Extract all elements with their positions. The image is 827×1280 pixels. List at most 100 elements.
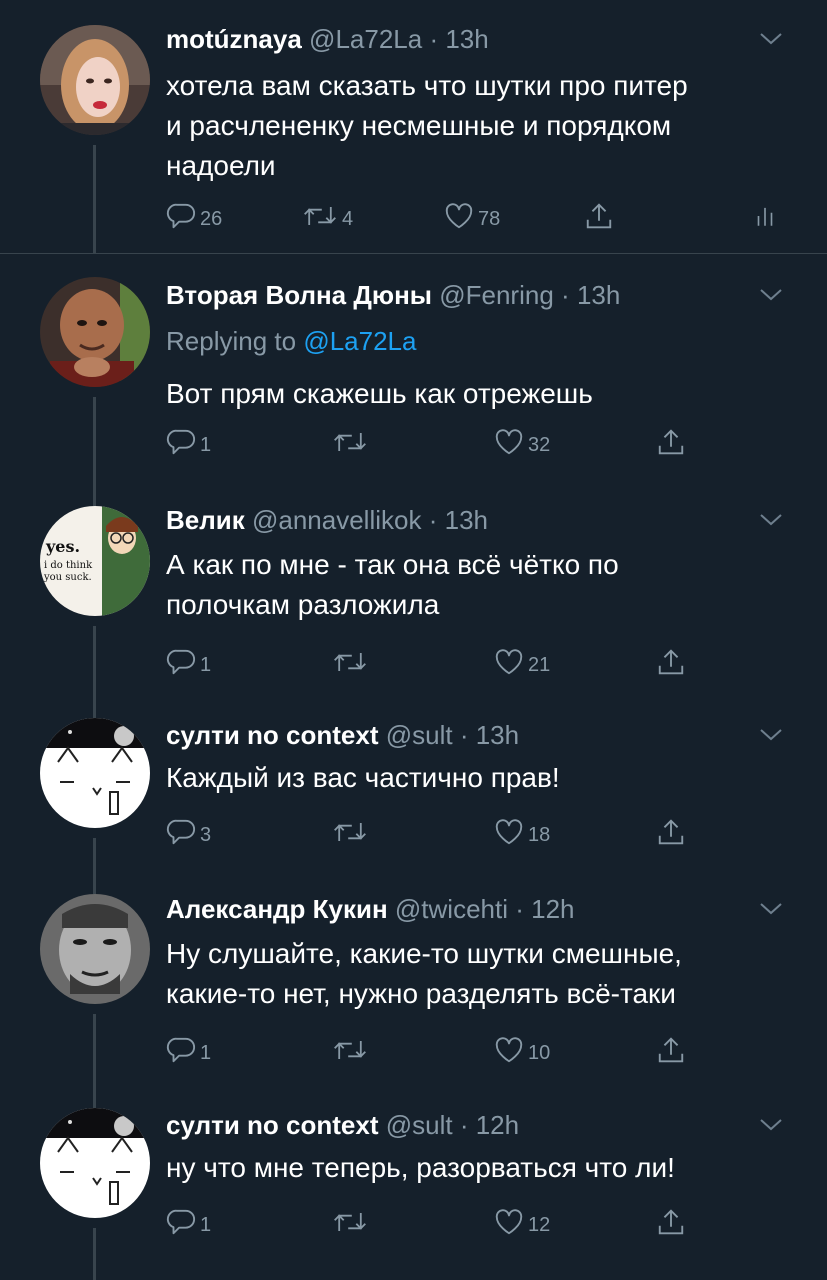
separator-dot: ·: [459, 1110, 469, 1140]
display-name[interactable]: султи no context: [166, 720, 378, 750]
tweet-text-line: какие-то нет, нужно разделять всё-таки: [166, 978, 676, 1009]
analytics-button[interactable]: [752, 198, 778, 234]
separator-dot: ·: [515, 894, 524, 924]
thread-line: [93, 886, 96, 894]
tweet-text-line: ну что мне теперь, разорваться что ли!: [166, 1152, 675, 1183]
like-count: 78: [478, 207, 501, 230]
chevron-down-icon[interactable]: [755, 22, 787, 56]
tweet[interactable]: yes. i do think you suck. Велик @annavel…: [0, 498, 827, 698]
tweet-text-line: Ну слушайте, какие-то шутки смешные,: [166, 938, 682, 969]
reply-icon: [166, 427, 196, 457]
replying-to-label: Replying to: [166, 326, 297, 356]
display-name[interactable]: Александр Кукин: [166, 894, 388, 924]
tweet[interactable]: motúznaya @La72La · 13h хотела вам сказа…: [0, 0, 827, 253]
tweet-text: А как по мне - так она всё чётко по поло…: [166, 545, 787, 625]
reply-button[interactable]: 3: [166, 814, 211, 850]
tweet-header: султи no context @sult · 13h: [166, 718, 787, 752]
avatar[interactable]: [40, 718, 150, 828]
share-button[interactable]: [656, 814, 686, 850]
separator-dot: ·: [429, 24, 439, 54]
username[interactable]: @La72La: [309, 24, 422, 54]
like-button[interactable]: 32: [494, 424, 550, 460]
username[interactable]: @sult: [386, 720, 453, 750]
like-button[interactable]: 18: [494, 814, 550, 850]
tweet[interactable]: султи no context @sult · 13h Каждый из в…: [0, 698, 827, 886]
share-button[interactable]: [656, 1032, 686, 1068]
like-button[interactable]: 12: [494, 1204, 550, 1240]
like-button[interactable]: 78: [444, 198, 500, 234]
timestamp[interactable]: 12h: [476, 1110, 519, 1140]
display-name[interactable]: motúznaya: [166, 24, 302, 54]
heart-icon: [494, 427, 524, 457]
timestamp[interactable]: 13h: [445, 505, 488, 535]
like-count: 21: [528, 653, 551, 676]
tweet[interactable]: султи no context @sult · 12h ну что мне …: [0, 1086, 827, 1280]
timestamp[interactable]: 13h: [476, 720, 519, 750]
username[interactable]: @Fenring: [439, 280, 554, 310]
reply-button[interactable]: 26: [166, 198, 222, 234]
chevron-down-icon[interactable]: [755, 892, 787, 926]
display-name[interactable]: Вторая Волна Дюны: [166, 280, 432, 310]
like-count: 10: [528, 1041, 551, 1064]
retweet-icon: [302, 201, 338, 231]
share-icon: [656, 1035, 686, 1065]
avatar[interactable]: [40, 1108, 150, 1218]
tweet-text: хотела вам сказать что шутки про питер и…: [166, 66, 787, 186]
reply-count: 1: [200, 1041, 212, 1064]
tweet-actions: 1 32: [166, 424, 787, 460]
username[interactable]: @annavellikok: [252, 505, 421, 535]
retweet-button[interactable]: [332, 424, 368, 460]
retweet-count: 4: [342, 207, 354, 230]
retweet-button[interactable]: [332, 644, 368, 680]
like-count: 12: [528, 1213, 551, 1236]
chevron-down-icon[interactable]: [755, 718, 787, 752]
retweet-button[interactable]: [332, 814, 368, 850]
share-icon: [656, 1207, 686, 1237]
chevron-down-icon[interactable]: [755, 503, 787, 537]
like-button[interactable]: 21: [494, 644, 550, 680]
avatar[interactable]: [40, 277, 150, 387]
retweet-button[interactable]: [332, 1204, 368, 1240]
tweet-header: motúznaya @La72La · 13h: [166, 22, 787, 56]
avatar[interactable]: [40, 25, 150, 135]
tweet[interactable]: Вторая Волна Дюны @Fenring · 13h Replyin…: [0, 254, 827, 498]
reply-count: 1: [200, 433, 212, 456]
chevron-down-icon[interactable]: [755, 278, 787, 312]
chevron-down-icon[interactable]: [755, 1108, 787, 1142]
share-button[interactable]: [656, 424, 686, 460]
tweet-header: Александр Кукин @twicehti · 12h: [166, 892, 787, 926]
heart-icon: [494, 1035, 524, 1065]
tweet-text-line: полочкам разложила: [166, 589, 440, 620]
retweet-button[interactable]: [332, 1032, 368, 1068]
display-name[interactable]: султи no context: [166, 1110, 378, 1140]
reply-button[interactable]: 1: [166, 1032, 211, 1068]
thread-line: [93, 498, 96, 506]
tweet-actions: 1 10: [166, 1032, 787, 1068]
separator-dot: ·: [428, 505, 438, 535]
display-name[interactable]: Велик: [166, 505, 245, 535]
timestamp[interactable]: 13h: [577, 280, 620, 310]
like-count: 32: [528, 433, 551, 456]
reply-button[interactable]: 1: [166, 644, 211, 680]
share-button[interactable]: [656, 1204, 686, 1240]
mention-link[interactable]: @La72La: [303, 326, 416, 356]
reply-icon: [166, 647, 196, 677]
tweet[interactable]: Александр Кукин @twicehti · 12h Ну слуша…: [0, 886, 827, 1086]
share-button[interactable]: [656, 644, 686, 680]
retweet-icon: [332, 817, 368, 847]
timestamp[interactable]: 12h: [531, 894, 574, 924]
timestamp[interactable]: 13h: [445, 24, 488, 54]
tweet-text-line: хотела вам сказать что шутки про питер: [166, 70, 688, 101]
avatar[interactable]: yes. i do think you suck.: [40, 506, 150, 616]
reply-button[interactable]: 1: [166, 1204, 211, 1240]
username[interactable]: @twicehti: [395, 894, 508, 924]
heart-icon: [494, 647, 524, 677]
reply-icon: [166, 1035, 196, 1065]
like-button[interactable]: 10: [494, 1032, 550, 1068]
reply-button[interactable]: 1: [166, 424, 211, 460]
username[interactable]: @sult: [386, 1110, 453, 1140]
share-button[interactable]: [584, 198, 614, 234]
retweet-button[interactable]: 4: [302, 198, 353, 234]
avatar[interactable]: [40, 894, 150, 1004]
thread-line: [93, 626, 96, 698]
